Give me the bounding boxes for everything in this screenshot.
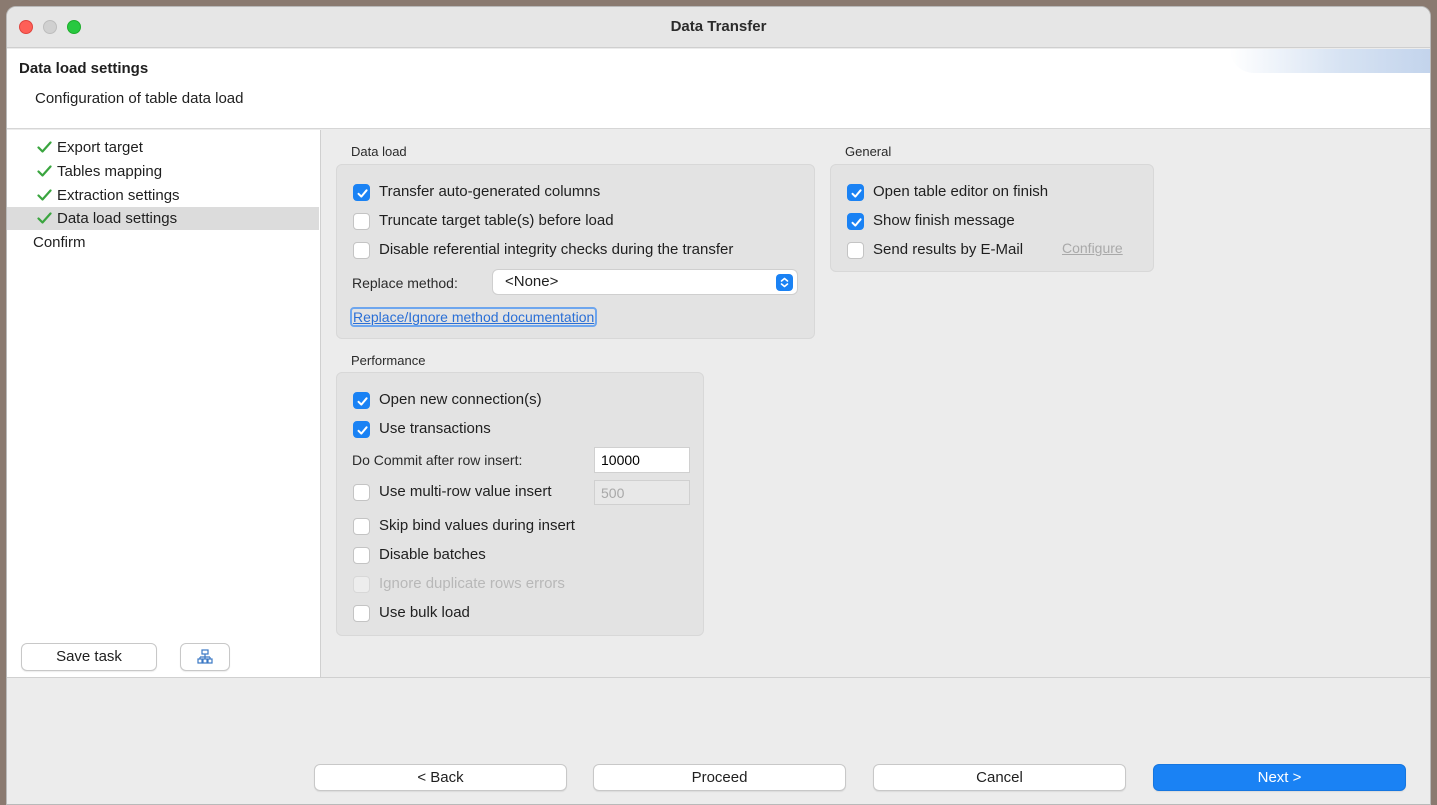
select-stepper-icon <box>776 274 793 291</box>
settings-content: Data load Transfer auto-generated column… <box>322 130 1430 677</box>
checkbox-label: Use bulk load <box>379 604 470 621</box>
checkbox-unchecked <box>847 242 864 259</box>
replace-method-value: <None> <box>505 273 559 290</box>
checkmark-icon <box>37 141 52 153</box>
next-button[interactable]: Next > <box>1153 764 1406 791</box>
multi-row-count-input[interactable] <box>594 480 690 505</box>
replace-method-label: Replace method: <box>352 275 458 291</box>
sidebar-item-label: Data load settings <box>57 210 178 227</box>
page-title: Data load settings <box>19 60 149 77</box>
sidebar-item-tables-mapping[interactable]: Tables mapping <box>7 160 319 183</box>
checkbox-label: Send results by E-Mail <box>873 241 1024 258</box>
sidebar-item-confirm[interactable]: Confirm <box>7 231 319 254</box>
checkmark-icon <box>37 189 52 201</box>
sidebar-item-label: Export target <box>57 139 143 156</box>
checkbox-unchecked <box>353 484 370 501</box>
checkbox-label: Use multi-row value insert <box>379 483 552 500</box>
replace-method-select[interactable]: <None> <box>492 269 798 295</box>
checkbox-label: Show finish message <box>873 212 1015 229</box>
configure-email-link[interactable]: Configure <box>1062 240 1123 256</box>
checkbox-checked <box>847 184 864 201</box>
proceed-button[interactable]: Proceed <box>593 764 846 791</box>
checkbox-checked <box>353 184 370 201</box>
data-load-panel: Transfer auto-generated columns Truncate… <box>336 164 815 339</box>
back-button[interactable]: < Back <box>314 764 567 791</box>
window-title: Data Transfer <box>670 18 767 35</box>
wizard-button-bar: < Back Proceed Cancel Next > <box>7 677 1430 804</box>
checkbox-checked <box>353 392 370 409</box>
checkbox-disabled <box>353 576 370 593</box>
performance-group-title: Performance <box>351 353 426 368</box>
checkbox-unchecked <box>353 213 370 230</box>
checkbox-checked <box>353 421 370 438</box>
checkbox-label: Use transactions <box>379 420 491 437</box>
data-transfer-window: Data Transfer Data load settings Configu… <box>6 6 1431 805</box>
data-load-group-title: Data load <box>351 144 407 159</box>
checkmark-icon <box>37 165 52 177</box>
checkbox-unchecked <box>353 547 370 564</box>
title-bar: Data Transfer <box>7 7 1430 48</box>
sidebar-item-extraction-settings[interactable]: Extraction settings <box>7 184 319 207</box>
general-panel: Open table editor on finish Show finish … <box>830 164 1154 272</box>
sidebar-item-data-load-settings[interactable]: Data load settings <box>7 207 319 230</box>
sidebar-item-export-target[interactable]: Export target <box>7 136 319 159</box>
cancel-button[interactable]: Cancel <box>873 764 1126 791</box>
checkbox-label: Disable batches <box>379 546 486 563</box>
save-task-button[interactable]: Save task <box>21 643 157 671</box>
checkbox-label: Ignore duplicate rows errors <box>379 575 565 592</box>
header-banner-graphic <box>1230 49 1430 73</box>
sidebar-item-label: Extraction settings <box>57 187 180 204</box>
checkbox-label: Open table editor on finish <box>873 183 1049 200</box>
commit-row-count-input[interactable] <box>594 447 690 473</box>
task-options-button[interactable] <box>180 643 230 671</box>
wizard-steps-sidebar: Export target Tables mapping Extraction … <box>7 130 321 677</box>
performance-panel: Open new connection(s) Use transactions … <box>336 372 704 636</box>
checkbox-label: Disable referential integrity checks dur… <box>379 241 734 258</box>
checkmark-icon <box>37 212 52 224</box>
wizard-header: Data load settings Configuration of tabl… <box>7 49 1430 129</box>
checkbox-label: Open new connection(s) <box>379 391 542 408</box>
checkbox-unchecked <box>353 605 370 622</box>
checkbox-unchecked <box>353 518 370 535</box>
checkbox-label: Truncate target table(s) before load <box>379 212 614 229</box>
sidebar-item-label: Confirm <box>33 234 86 251</box>
sidebar-item-label: Tables mapping <box>57 163 163 180</box>
replace-ignore-documentation-link[interactable]: Replace/Ignore method documentation <box>349 307 598 327</box>
checkbox-label: Skip bind values during insert <box>379 517 575 534</box>
general-group-title: General <box>845 144 892 159</box>
commit-after-row-insert-label: Do Commit after row insert: <box>352 452 523 468</box>
checkbox-label: Transfer auto-generated columns <box>379 183 601 200</box>
task-hierarchy-icon <box>197 649 213 664</box>
page-description: Configuration of table data load <box>35 90 244 107</box>
checkbox-unchecked <box>353 242 370 259</box>
checkbox-checked <box>847 213 864 230</box>
